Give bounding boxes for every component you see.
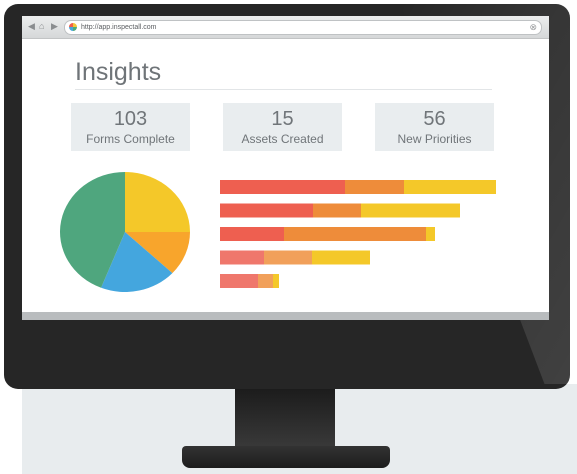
- page-title: Insights: [75, 58, 162, 86]
- home-icon[interactable]: ⌂: [39, 20, 44, 32]
- url-text: http://app.inspectall.com: [81, 24, 157, 31]
- bar-segment: [345, 180, 404, 194]
- stat-label: Assets Created: [241, 132, 324, 146]
- bar-segment: [426, 227, 435, 241]
- stat-value: 103: [113, 108, 148, 130]
- bar-segment: [313, 203, 361, 218]
- bar-segment: [404, 180, 496, 194]
- bar-segment: [220, 227, 284, 241]
- stat-card-assets-created: 15 Assets Created: [223, 103, 342, 151]
- browser-toolbar: ◀ ⌂ ▶ http://app.inspectall.com ⊗: [22, 16, 549, 39]
- bar-segment: [220, 180, 345, 194]
- stat-value: 56: [423, 108, 446, 130]
- stat-label: Forms Complete: [86, 132, 175, 146]
- bar-segment: [220, 203, 313, 218]
- stat-value: 15: [271, 108, 294, 130]
- monitor-stand-base: [182, 446, 390, 468]
- bar-segment: [258, 274, 273, 288]
- bar-segment: [264, 250, 312, 265]
- screen-bottom-edge: [22, 312, 549, 320]
- stat-card-new-priorities: 56 New Priorities: [375, 103, 494, 151]
- monitor-stand-neck: [235, 389, 335, 449]
- bar-segment: [284, 227, 426, 241]
- pie-slice: [125, 172, 190, 232]
- bar-segment: [273, 274, 279, 288]
- bar-segment: [361, 203, 460, 218]
- title-divider: [75, 89, 492, 90]
- close-icon[interactable]: ⊗: [529, 21, 537, 33]
- bar-segment: [312, 250, 370, 265]
- favicon-icon: [69, 23, 77, 31]
- stat-card-forms-complete: 103 Forms Complete: [71, 103, 190, 151]
- bar-segment: [220, 274, 258, 288]
- bar-chart: [220, 180, 496, 288]
- screen: ◀ ⌂ ▶ http://app.inspectall.com ⊗ Insigh…: [22, 16, 549, 316]
- stat-label: New Priorities: [397, 132, 472, 146]
- chevron-left-icon[interactable]: ◀: [28, 20, 35, 32]
- bar-segment: [220, 250, 264, 265]
- pie-chart: [59, 172, 190, 292]
- chevron-right-icon[interactable]: ▶: [51, 20, 58, 32]
- address-bar[interactable]: http://app.inspectall.com ⊗: [64, 20, 542, 35]
